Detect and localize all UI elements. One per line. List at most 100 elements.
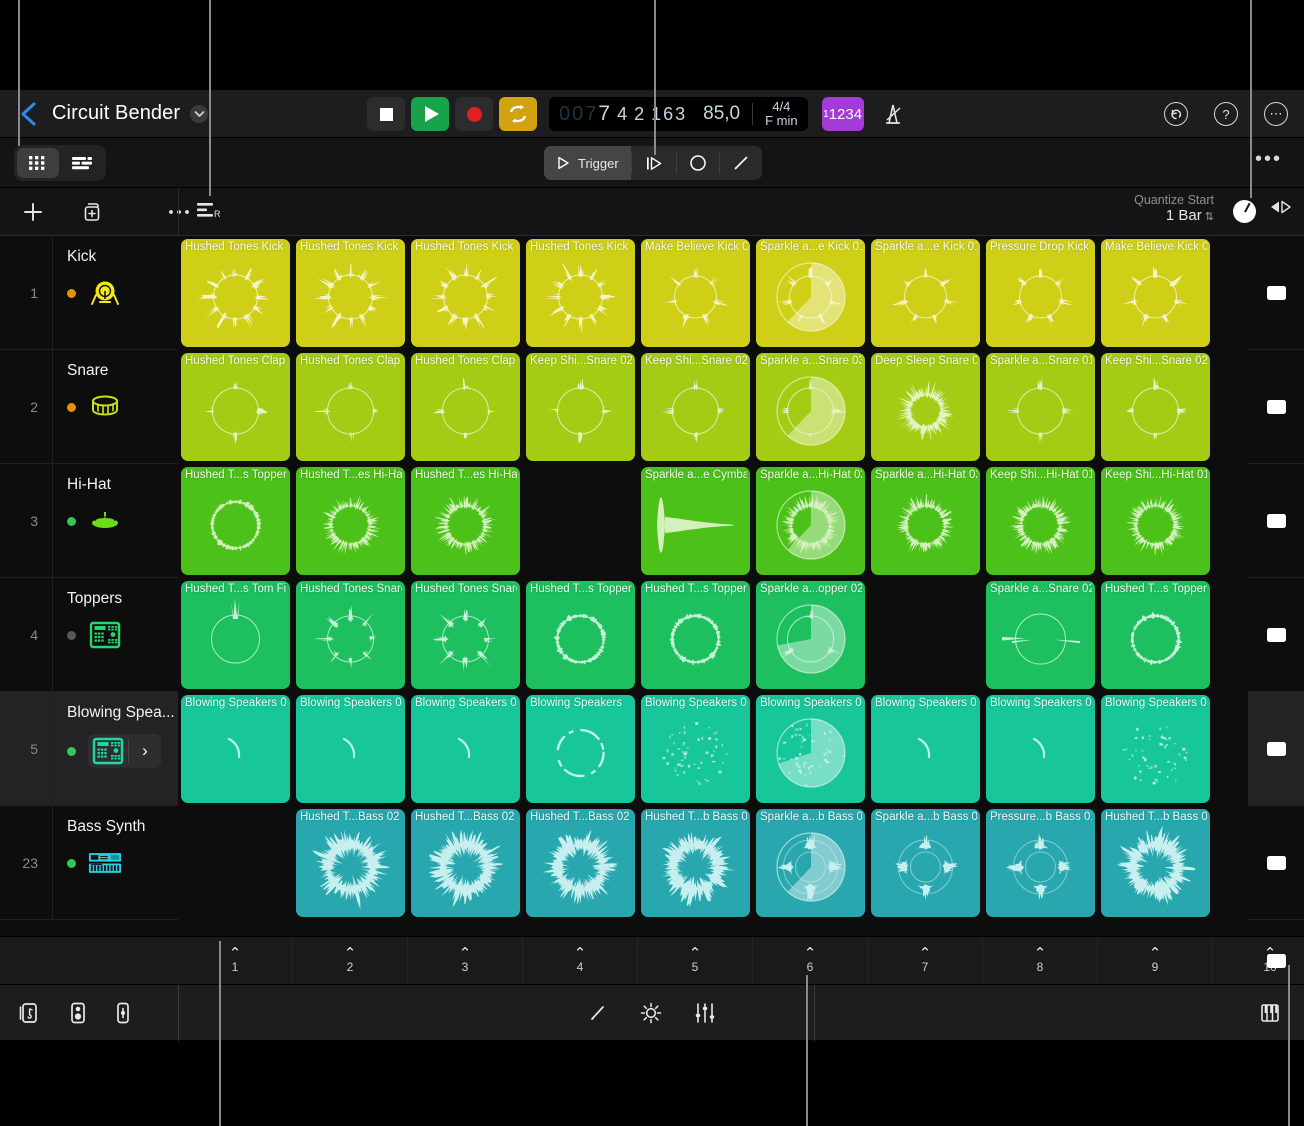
cell-slot[interactable]: Hushed Tones Kick: [408, 236, 523, 350]
scene-trigger[interactable]: ⌃1: [178, 937, 293, 985]
cycle-button[interactable]: [499, 97, 537, 131]
record-button[interactable]: [455, 97, 493, 131]
mixer-icon[interactable]: [694, 1002, 716, 1024]
cell-slot[interactable]: Deep Sleep Snare 03: [868, 350, 983, 464]
cell-slot[interactable]: Hushed T...s Topper: [178, 464, 293, 578]
cell-slot[interactable]: Keep Shi...Hi-Hat 01: [1098, 464, 1213, 578]
loop-cell[interactable]: Hushed Tones Kick: [411, 239, 520, 347]
loop-cell[interactable]: Hushed T...s Topper: [641, 581, 750, 689]
loop-cell[interactable]: Hushed T...s Topper: [1101, 581, 1210, 689]
track-stop-button[interactable]: [1248, 350, 1304, 464]
loop-cell[interactable]: Hushed T...b Bass 01: [1101, 809, 1210, 917]
track-name[interactable]: Bass Synth: [67, 818, 178, 836]
lcd-display[interactable]: 007742163 85,0 4/4 F min: [549, 97, 808, 131]
track-row-number-cell[interactable]: 23: [0, 806, 52, 920]
track-stop-button[interactable]: [1248, 236, 1304, 350]
cell-slot[interactable]: Hushed Tones Snare: [408, 578, 523, 692]
track-row-number-cell[interactable]: 1: [0, 236, 52, 350]
track-enable-led[interactable]: [67, 289, 76, 298]
quantize-start-control[interactable]: Quantize Start 1 Bar⇅: [1134, 193, 1214, 224]
loop-cell[interactable]: Sparkle a...Snare 03: [756, 353, 865, 461]
loop-cell[interactable]: Sparkle a...e Kick 01: [756, 239, 865, 347]
track-instrument-icon[interactable]: [88, 620, 122, 650]
cell-slot[interactable]: Hushed T...es Hi-Hat: [408, 464, 523, 578]
loop-cell[interactable]: Hushed T...Bass 02: [296, 809, 405, 917]
track-header[interactable]: Hi-Hat: [52, 464, 178, 578]
cell-slot[interactable]: Hushed T...Bass 02: [293, 806, 408, 920]
loop-cell[interactable]: Hushed T...es Hi-Hat: [296, 467, 405, 575]
track-enable-led[interactable]: [67, 517, 76, 526]
play-direction-icon[interactable]: [1268, 200, 1294, 219]
cell-slot[interactable]: Hushed T...s Topper: [1098, 578, 1213, 692]
grid-view-button[interactable]: [17, 148, 59, 178]
loop-cell[interactable]: Blowing Speakers 01: [181, 695, 290, 803]
cell-slot[interactable]: Sparkle a...Snare 01: [983, 350, 1098, 464]
track-header[interactable]: Kick: [52, 236, 178, 350]
cell-slot[interactable]: Hushed T...es Hi-Hat: [293, 464, 408, 578]
cell-slot[interactable]: Sparkle a...e Cymbal: [638, 464, 753, 578]
scene-trigger[interactable]: ⌃9: [1098, 937, 1213, 985]
empty-cell[interactable]: [181, 809, 290, 917]
instrument-disclosure-arrow[interactable]: ›: [129, 741, 161, 761]
cell-slot[interactable]: Sparkle a...Snare 03: [753, 350, 868, 464]
loop-cell[interactable]: Sparkle a...e Cymbal: [641, 467, 750, 575]
loop-cell[interactable]: Blowing Speakers 06: [986, 695, 1095, 803]
loop-cell[interactable]: Hushed T...Bass 02: [526, 809, 635, 917]
cell-slot[interactable]: Blowing Speakers 01: [178, 692, 293, 806]
cell-slot[interactable]: Blowing Speakers 02: [408, 692, 523, 806]
track-header[interactable]: Blowing Spea...›: [52, 692, 178, 806]
cell-slot[interactable]: Hushed Tones Kick: [178, 236, 293, 350]
more-options-button[interactable]: ⋯: [1264, 102, 1288, 126]
loop-cell[interactable]: Sparkle a...b Bass 01: [756, 809, 865, 917]
tracks-view-button[interactable]: [61, 148, 103, 178]
count-in-button[interactable]: 11234: [822, 97, 864, 131]
cell-slot[interactable]: Keep Shi...Snare 02: [1098, 350, 1213, 464]
cell-slot[interactable]: Hushed Tones Snare: [293, 578, 408, 692]
loop-cell[interactable]: Sparkle a...e Kick 01: [871, 239, 980, 347]
cell-slot[interactable]: Sparkle a...e Kick 01: [868, 236, 983, 350]
loop-cell[interactable]: Blowing Speakers 04: [1101, 695, 1210, 803]
undo-icon[interactable]: [1164, 102, 1188, 126]
cell-slot[interactable]: Hushed Tones Clap: [178, 350, 293, 464]
loop-cell[interactable]: Hushed T...es Hi-Hat: [411, 467, 520, 575]
loop-cell[interactable]: Hushed Tones Kick: [181, 239, 290, 347]
track-instrument-icon[interactable]: [88, 506, 122, 536]
cell-slot[interactable]: Blowing Speakers 06: [868, 692, 983, 806]
cell-slot[interactable]: Sparkle a...b Bass 01: [753, 806, 868, 920]
track-instrument-icon[interactable]: [88, 848, 122, 878]
track-header[interactable]: Snare: [52, 350, 178, 464]
loop-cell[interactable]: Sparkle a...Snare 02: [986, 581, 1095, 689]
cell-slot[interactable]: Pressure...b Bass 01: [983, 806, 1098, 920]
cell-slot[interactable]: Blowing Speakers 05: [753, 692, 868, 806]
loop-cell[interactable]: Keep Shi...Snare 02: [1101, 353, 1210, 461]
cell-slot[interactable]: Keep Shi...Hi-Hat 01: [983, 464, 1098, 578]
cell-slot[interactable]: Sparkle a...b Bass 01: [868, 806, 983, 920]
track-instrument-icon[interactable]: [88, 392, 122, 422]
loop-cell[interactable]: Sparkle a...Hi-Hat 02: [871, 467, 980, 575]
loop-cell[interactable]: Sparkle a...Hi-Hat 02: [756, 467, 865, 575]
cell-slot[interactable]: Sparkle a...Hi-Hat 02: [753, 464, 868, 578]
track-enable-led[interactable]: [67, 631, 76, 640]
cell-slot[interactable]: Keep Shi...Snare 02: [523, 350, 638, 464]
pencil-icon[interactable]: [588, 1003, 608, 1023]
cell-slot[interactable]: Hushed T...Bass 02: [523, 806, 638, 920]
metronome-button[interactable]: [880, 100, 906, 128]
loop-cell[interactable]: Hushed Tones Snare: [411, 581, 520, 689]
track-stop-button[interactable]: [1248, 692, 1304, 806]
loop-cell[interactable]: Sparkle a...Snare 01: [986, 353, 1095, 461]
loop-cell[interactable]: Keep Shi...Snare 02: [641, 353, 750, 461]
cell-list-button[interactable]: R: [196, 200, 222, 227]
cell-slot[interactable]: Sparkle a...opper 02: [753, 578, 868, 692]
track-stop-button[interactable]: [1248, 578, 1304, 692]
help-button[interactable]: ?: [1214, 102, 1238, 126]
track-enable-led[interactable]: [67, 403, 76, 412]
cell-slot[interactable]: Blowing Speakers: [523, 692, 638, 806]
loop-cell[interactable]: Blowing Speakers: [526, 695, 635, 803]
scene-trigger[interactable]: ⌃3: [408, 937, 523, 985]
cell-slot[interactable]: Keep Shi...Snare 02: [638, 350, 753, 464]
track-header[interactable]: Bass Synth: [52, 806, 178, 920]
scene-trigger[interactable]: ⌃6: [753, 937, 868, 985]
loop-cell[interactable]: Sparkle a...opper 02: [756, 581, 865, 689]
track-header[interactable]: Toppers: [52, 578, 178, 692]
keyboard-icon[interactable]: [1258, 1001, 1282, 1025]
